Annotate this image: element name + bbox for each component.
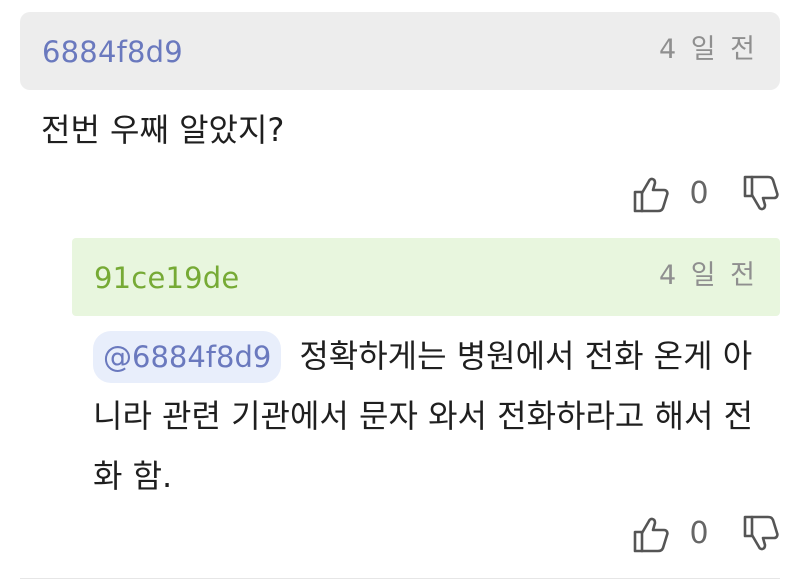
- thumbs-down-icon[interactable]: [742, 514, 780, 554]
- comment-text: 전번 우째 알았지?: [41, 111, 285, 149]
- mention-tag[interactable]: @6884f8d9: [93, 331, 282, 383]
- comment-vote-row: 0: [632, 172, 780, 216]
- reply-time: 4 일 전: [658, 260, 758, 291]
- thumbs-down-icon[interactable]: [742, 174, 780, 214]
- comment-header: 6884f8d9 4 일 전: [20, 12, 780, 90]
- reply-vote-row: 0: [632, 512, 780, 556]
- comment-time: 4 일 전: [658, 34, 758, 65]
- reply-like-count: 0: [689, 516, 709, 551]
- thumbs-up-icon[interactable]: [632, 174, 670, 214]
- reply-header: 91ce19de 4 일 전: [72, 238, 780, 316]
- comment-author[interactable]: 6884f8d9: [42, 34, 183, 70]
- reply-body: @6884f8d9 정확하게는 병원에서 전화 온게 아니라 관련 기관에서 문자…: [93, 326, 763, 506]
- thumbs-up-icon[interactable]: [632, 514, 670, 554]
- comment-like-count: 0: [689, 176, 709, 211]
- reply-author[interactable]: 91ce19de: [94, 260, 239, 296]
